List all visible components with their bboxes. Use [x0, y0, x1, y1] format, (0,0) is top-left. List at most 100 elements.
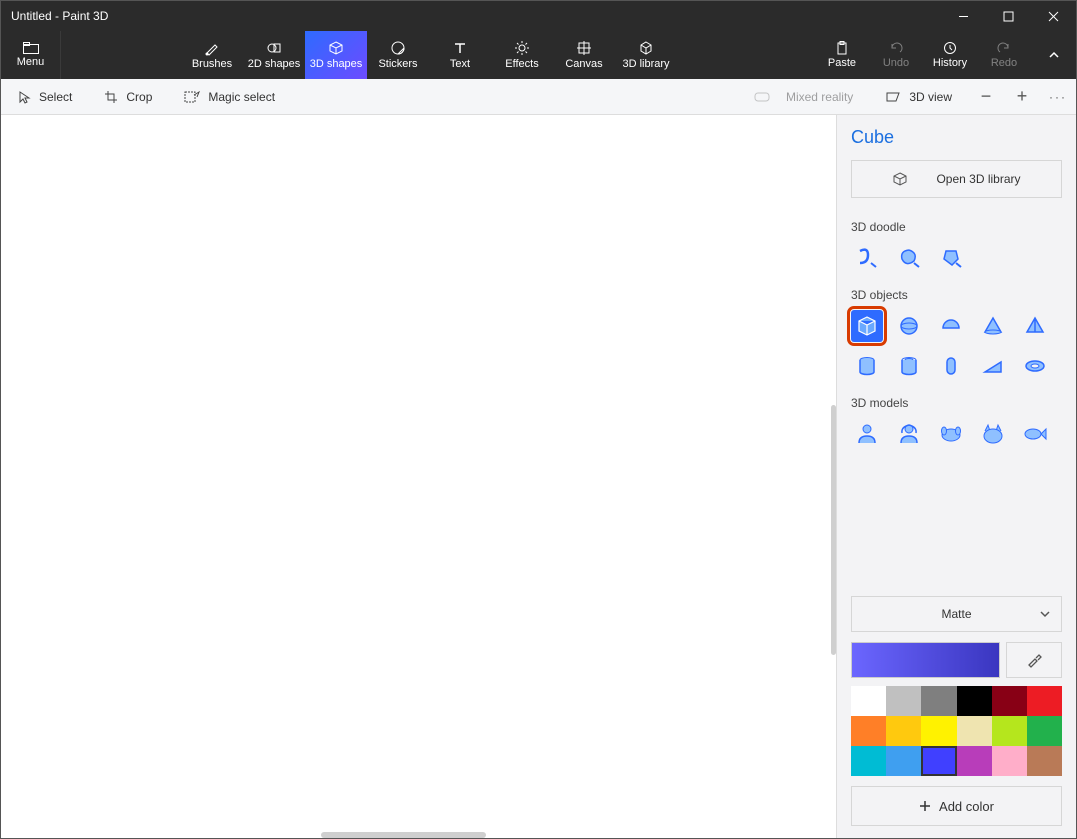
ribbon: Menu Brushes 2D shapes 3D shapes Sticker… — [1, 31, 1076, 79]
color-swatch[interactable] — [992, 716, 1027, 746]
cube-outline-icon — [892, 171, 908, 187]
panel-title: Cube — [851, 127, 1062, 148]
models-row — [851, 418, 1062, 450]
zoom-out-button[interactable]: − — [968, 79, 1004, 114]
select-tool[interactable]: Select — [1, 79, 88, 114]
crop-tool[interactable]: Crop — [88, 79, 168, 114]
tab-effects[interactable]: Effects — [491, 31, 553, 79]
3d-view-tool[interactable]: 3D view — [869, 79, 968, 114]
tab-text[interactable]: Text — [429, 31, 491, 79]
maximize-button[interactable] — [986, 1, 1031, 31]
color-swatch[interactable] — [921, 686, 956, 716]
window-title: Untitled - Paint 3D — [1, 9, 941, 23]
object-tube[interactable] — [893, 350, 925, 382]
tab-label: History — [933, 57, 967, 69]
button-label: Open 3D library — [936, 172, 1020, 186]
color-swatch[interactable] — [921, 716, 956, 746]
tab-3d-library[interactable]: 3D library — [615, 31, 677, 79]
open-3d-library-button[interactable]: Open 3D library — [851, 160, 1062, 198]
redo-button[interactable]: Redo — [977, 31, 1031, 79]
text-icon — [452, 40, 468, 56]
minimize-button[interactable] — [941, 1, 986, 31]
object-cylinder[interactable] — [851, 350, 883, 382]
object-pyramid[interactable] — [1019, 310, 1051, 342]
paste-icon — [835, 41, 849, 55]
objects-row-1 — [851, 310, 1062, 342]
paste-button[interactable]: Paste — [815, 31, 869, 79]
shapes2d-icon — [266, 40, 282, 56]
horizontal-scrollbar[interactable] — [321, 832, 486, 838]
color-swatch[interactable] — [957, 686, 992, 716]
color-swatch[interactable] — [851, 686, 886, 716]
tab-stickers[interactable]: Stickers — [367, 31, 429, 79]
material-select[interactable]: Matte — [851, 596, 1062, 632]
object-capsule[interactable] — [935, 350, 967, 382]
color-swatch[interactable] — [1027, 716, 1062, 746]
app-window: Untitled - Paint 3D Menu Brushes 2D sha — [0, 0, 1077, 839]
tool-label: Magic select — [208, 90, 275, 104]
mixed-reality-icon — [754, 90, 770, 104]
current-color-swatch[interactable] — [851, 642, 1000, 678]
color-swatch[interactable] — [992, 746, 1027, 776]
model-dog[interactable] — [935, 418, 967, 450]
menu-label: Menu — [17, 56, 45, 68]
tab-2d-shapes[interactable]: 2D shapes — [243, 31, 305, 79]
eyedropper-button[interactable] — [1006, 642, 1062, 678]
tab-3d-shapes[interactable]: 3D shapes — [305, 31, 367, 79]
folder-icon — [23, 42, 39, 54]
model-woman[interactable] — [893, 418, 925, 450]
doodle-sharp[interactable] — [935, 242, 967, 274]
color-swatch[interactable] — [851, 716, 886, 746]
more-button[interactable]: ··· — [1040, 79, 1076, 114]
eyedropper-icon — [1026, 652, 1042, 668]
object-sphere[interactable] — [893, 310, 925, 342]
doodle-tube[interactable] — [851, 242, 883, 274]
object-torus[interactable] — [1019, 350, 1051, 382]
color-swatch[interactable] — [1027, 686, 1062, 716]
model-cat[interactable] — [977, 418, 1009, 450]
magic-select-tool[interactable]: Magic select — [168, 79, 291, 114]
tab-label: Canvas — [565, 58, 602, 70]
expand-ribbon-button[interactable] — [1031, 31, 1076, 79]
tab-label: Redo — [991, 57, 1017, 69]
object-cone[interactable] — [977, 310, 1009, 342]
color-swatch[interactable] — [957, 716, 992, 746]
tab-label: Effects — [505, 58, 538, 70]
ribbon-tabs: Brushes 2D shapes 3D shapes Stickers Tex… — [181, 31, 677, 79]
color-swatch[interactable] — [957, 746, 992, 776]
section-3d-objects: 3D objects — [851, 288, 1062, 302]
tab-brushes[interactable]: Brushes — [181, 31, 243, 79]
menu-button[interactable]: Menu — [1, 31, 61, 79]
canvas[interactable] — [1, 115, 836, 838]
object-hemisphere[interactable] — [935, 310, 967, 342]
history-button[interactable]: History — [923, 31, 977, 79]
section-3d-doodle: 3D doodle — [851, 220, 1062, 234]
chevron-down-icon — [1039, 608, 1051, 620]
material-label: Matte — [941, 607, 971, 621]
tool-label: Crop — [126, 90, 152, 104]
color-swatch[interactable] — [886, 716, 921, 746]
vertical-scrollbar[interactable] — [831, 405, 836, 655]
effects-icon — [514, 40, 530, 56]
undo-button[interactable]: Undo — [869, 31, 923, 79]
objects-row-2 — [851, 350, 1062, 382]
color-swatch[interactable] — [886, 746, 921, 776]
model-fish[interactable] — [1019, 418, 1051, 450]
plus-icon — [919, 800, 931, 812]
add-color-button[interactable]: Add color — [851, 786, 1062, 826]
color-swatch[interactable] — [851, 746, 886, 776]
color-swatch[interactable] — [921, 746, 956, 776]
close-button[interactable] — [1031, 1, 1076, 31]
tab-canvas[interactable]: Canvas — [553, 31, 615, 79]
model-man[interactable] — [851, 418, 883, 450]
current-color-row — [851, 642, 1062, 678]
color-swatch[interactable] — [992, 686, 1027, 716]
doodle-soft[interactable] — [893, 242, 925, 274]
object-wedge[interactable] — [977, 350, 1009, 382]
zoom-in-button[interactable]: + — [1004, 79, 1040, 114]
color-swatch[interactable] — [886, 686, 921, 716]
canvas-icon — [576, 40, 592, 56]
main-area: Cube Open 3D library 3D doodle 3D object… — [1, 115, 1076, 838]
color-swatch[interactable] — [1027, 746, 1062, 776]
object-cube[interactable] — [851, 310, 883, 342]
